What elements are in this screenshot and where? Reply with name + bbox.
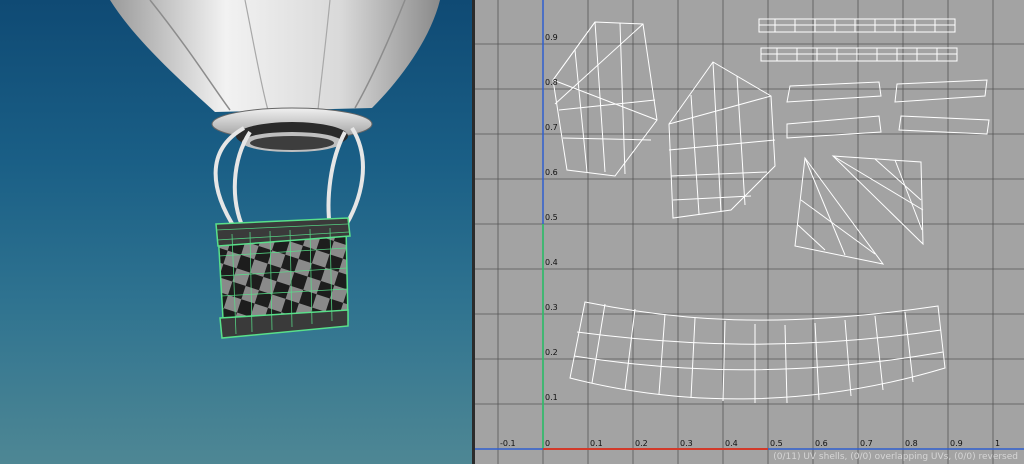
uv-shells[interactable] bbox=[552, 18, 990, 404]
u-tick-label: 0.6 bbox=[815, 439, 828, 448]
u-tick-label: 0.8 bbox=[905, 439, 918, 448]
uv-texture-editor[interactable]: -0.1 0 0.1 0.2 0.3 0.4 0.5 0.6 0.7 0.8 0.9 1 0.1 0.2… bbox=[475, 0, 1024, 464]
u-tick-label: 0.9 bbox=[950, 439, 963, 448]
wicker-basket[interactable] bbox=[215, 217, 351, 339]
uv-status-bar: (0/11) UV shells, (0/0) overlapping UVs,… bbox=[773, 452, 1018, 462]
balloon-envelope bbox=[110, 0, 440, 112]
uv-shell-basket-band[interactable] bbox=[569, 301, 946, 404]
u-tick-labels: -0.1 0 0.1 0.2 0.3 0.4 0.5 0.6 0.7 0.8 0.9 1 bbox=[500, 439, 1000, 448]
v-tick-label: 0.3 bbox=[545, 303, 558, 312]
u-tick-label: 1 bbox=[995, 439, 1000, 448]
u-tick-label: 0 bbox=[545, 439, 550, 448]
uv-shell-envelope-mid[interactable] bbox=[668, 61, 776, 219]
u-tick-label: -0.1 bbox=[500, 439, 516, 448]
v-tick-label: 0.7 bbox=[545, 123, 558, 132]
balloon-scene bbox=[110, 0, 440, 339]
uv-shell-ring[interactable] bbox=[794, 155, 924, 265]
v-tick-label: 0.8 bbox=[545, 78, 558, 87]
v-tick-label: 0.1 bbox=[545, 393, 558, 402]
uv-grid-canvas[interactable]: -0.1 0 0.1 0.2 0.3 0.4 0.5 0.6 0.7 0.8 0.9 1 0.1 0.2… bbox=[475, 0, 1024, 464]
burner-ring bbox=[211, 107, 373, 152]
u-tick-label: 0.2 bbox=[635, 439, 648, 448]
v-tick-label: 0.9 bbox=[545, 33, 558, 42]
u-tick-label: 0.4 bbox=[725, 439, 738, 448]
perspective-viewport[interactable] bbox=[0, 0, 472, 464]
uv-shell-ropes[interactable] bbox=[758, 18, 990, 139]
v-tick-label: 0.4 bbox=[545, 258, 558, 267]
u-tick-label: 0.3 bbox=[680, 439, 693, 448]
v-tick-label: 0.5 bbox=[545, 213, 558, 222]
v-tick-label: 0.6 bbox=[545, 168, 558, 177]
u-tick-label: 0.5 bbox=[770, 439, 783, 448]
v-tick-labels: 0.1 0.2 0.3 0.4 0.5 0.6 0.7 0.8 0.9 bbox=[545, 33, 558, 402]
maya-workspace: -0.1 0 0.1 0.2 0.3 0.4 0.5 0.6 0.7 0.8 0.9 1 0.1 0.2… bbox=[0, 0, 1024, 464]
u-tick-label: 0.1 bbox=[590, 439, 603, 448]
u-tick-label: 0.7 bbox=[860, 439, 873, 448]
uv-shell-envelope-left[interactable] bbox=[552, 21, 658, 177]
v-tick-label: 0.2 bbox=[545, 348, 558, 357]
